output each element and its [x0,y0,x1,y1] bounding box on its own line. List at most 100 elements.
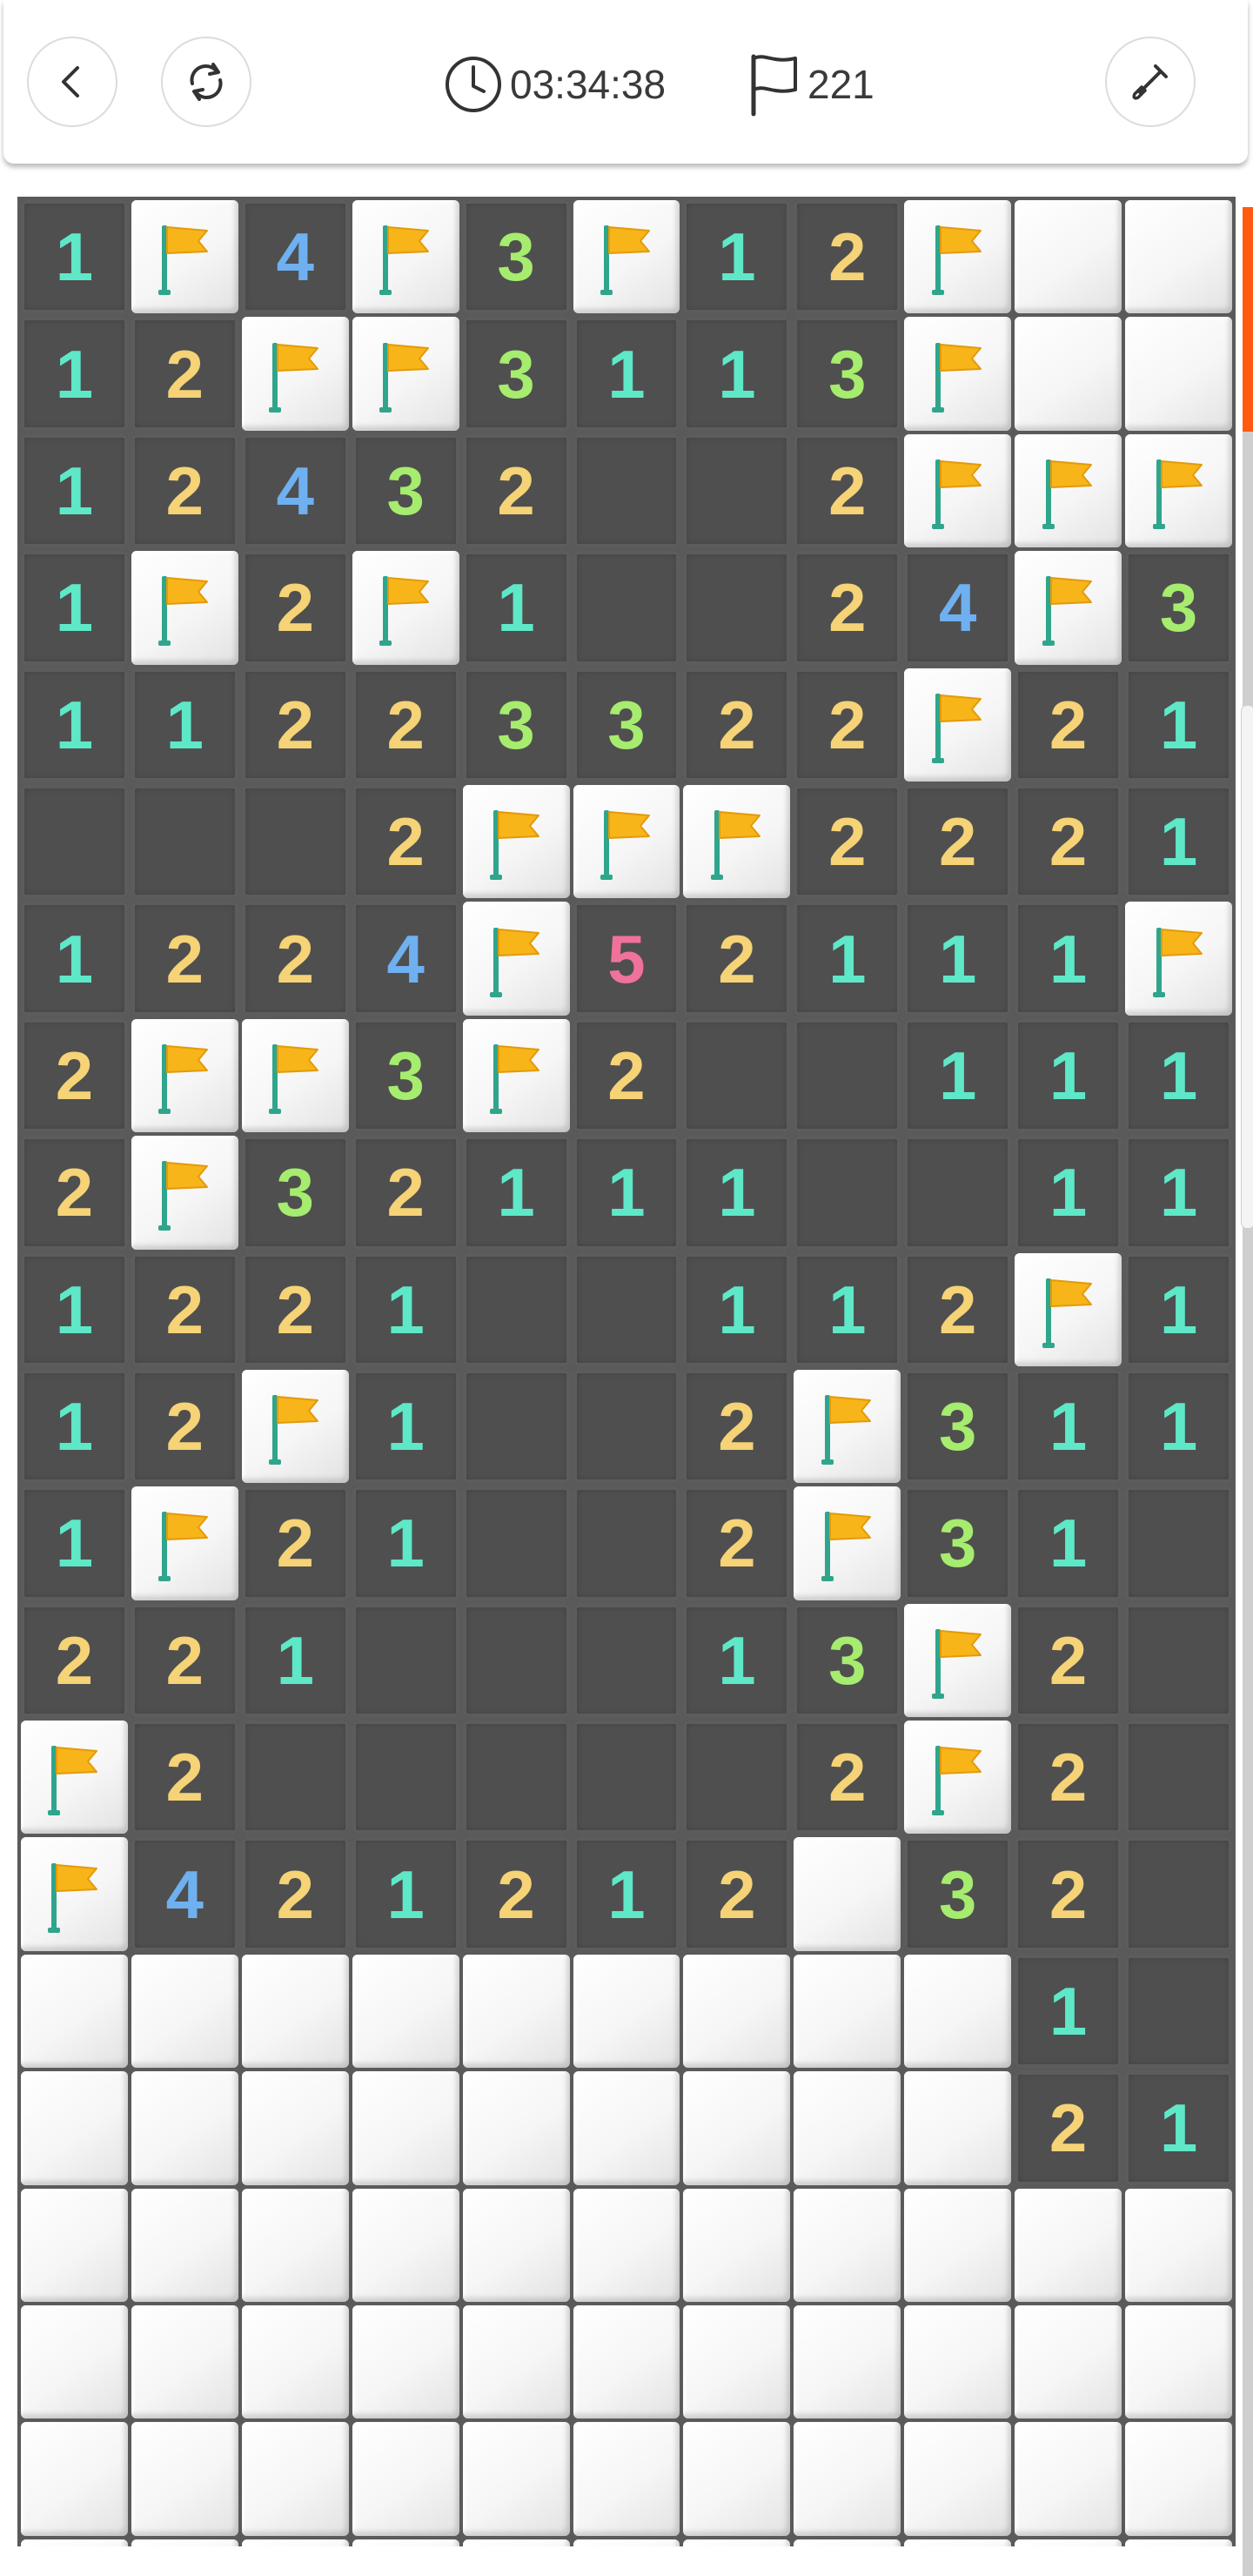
number-cell[interactable]: 2 [241,1486,349,1600]
covered-cell[interactable] [462,1954,570,2069]
back-button[interactable] [27,37,117,127]
number-cell[interactable]: 2 [131,1252,238,1366]
covered-cell[interactable] [683,2188,791,2303]
covered-cell[interactable] [462,2188,570,2303]
covered-cell[interactable] [904,2422,1012,2536]
flagged-cell[interactable] [1015,433,1122,548]
covered-cell[interactable] [1125,2305,1232,2419]
flagged-cell[interactable] [131,1486,238,1600]
number-cell[interactable]: 3 [241,1136,349,1250]
number-cell[interactable]: 1 [683,317,791,431]
number-cell[interactable]: 1 [1125,1252,1232,1366]
covered-cell[interactable] [1015,2539,1122,2546]
number-cell[interactable]: 2 [131,433,238,548]
number-cell[interactable]: 2 [462,433,570,548]
number-cell[interactable]: 1 [1015,1136,1122,1250]
number-cell[interactable]: 1 [1015,1018,1122,1133]
covered-cell[interactable] [131,2422,238,2536]
flagged-cell[interactable] [131,1018,238,1133]
scroll-track[interactable] [1243,207,1253,2576]
covered-cell[interactable] [904,2539,1012,2546]
number-cell[interactable]: 3 [462,200,570,314]
dig-tool-button[interactable] [1105,37,1196,127]
number-cell[interactable]: 1 [1125,2071,1232,2185]
number-cell[interactable]: 1 [683,200,791,314]
number-cell[interactable]: 1 [131,667,238,782]
flagged-cell[interactable] [1015,551,1122,665]
number-cell[interactable]: 4 [131,1837,238,1951]
number-cell[interactable]: 1 [462,1136,570,1250]
covered-cell[interactable] [683,2539,791,2546]
number-cell[interactable]: 1 [1125,784,1232,899]
number-cell[interactable]: 2 [241,1837,349,1951]
covered-cell[interactable] [21,2305,128,2419]
covered-cell[interactable] [21,2188,128,2303]
number-cell[interactable]: 1 [21,1486,128,1600]
covered-cell[interactable] [21,1954,128,2069]
covered-cell[interactable] [1015,200,1122,314]
number-cell[interactable]: 2 [462,1837,570,1951]
covered-cell[interactable] [241,2422,349,2536]
number-cell[interactable]: 2 [794,200,901,314]
flagged-cell[interactable] [683,784,791,899]
number-cell[interactable]: 1 [352,1837,459,1951]
number-cell[interactable]: 3 [573,667,680,782]
number-cell[interactable]: 2 [1015,1603,1122,1718]
number-cell[interactable]: 1 [1125,1018,1232,1133]
covered-cell[interactable] [352,2071,459,2185]
covered-cell[interactable] [1015,317,1122,431]
flagged-cell[interactable] [352,200,459,314]
covered-cell[interactable] [794,1837,901,1951]
number-cell[interactable]: 2 [131,1603,238,1718]
number-cell[interactable]: 2 [241,551,349,665]
number-cell[interactable]: 3 [462,667,570,782]
number-cell[interactable]: 1 [904,1018,1012,1133]
number-cell[interactable]: 2 [794,784,901,899]
number-cell[interactable]: 2 [683,1369,791,1484]
covered-cell[interactable] [462,2071,570,2185]
flagged-cell[interactable] [241,1369,349,1484]
covered-cell[interactable] [904,2188,1012,2303]
number-cell[interactable]: 3 [352,1018,459,1133]
number-cell[interactable]: 1 [1015,1954,1122,2069]
number-cell[interactable]: 2 [794,551,901,665]
number-cell[interactable]: 2 [1015,2071,1122,2185]
number-cell[interactable]: 1 [683,1136,791,1250]
covered-cell[interactable] [241,2305,349,2419]
covered-cell[interactable] [683,2305,791,2419]
number-cell[interactable]: 1 [1015,1369,1122,1484]
number-cell[interactable]: 1 [1125,1369,1232,1484]
covered-cell[interactable] [1125,2188,1232,2303]
number-cell[interactable]: 3 [904,1837,1012,1951]
number-cell[interactable]: 4 [241,200,349,314]
covered-cell[interactable] [462,2539,570,2546]
covered-cell[interactable] [794,2422,901,2536]
scroll-thumb[interactable] [1243,207,1253,432]
covered-cell[interactable] [1125,317,1232,431]
covered-cell[interactable] [131,2071,238,2185]
covered-cell[interactable] [241,2539,349,2546]
covered-cell[interactable] [462,2422,570,2536]
covered-cell[interactable] [131,1954,238,2069]
covered-cell[interactable] [683,2071,791,2185]
number-cell[interactable]: 1 [462,551,570,665]
covered-cell[interactable] [794,2539,901,2546]
number-cell[interactable]: 2 [241,667,349,782]
number-cell[interactable]: 1 [21,667,128,782]
number-cell[interactable]: 1 [21,200,128,314]
covered-cell[interactable] [573,2305,680,2419]
covered-cell[interactable] [683,2422,791,2536]
number-cell[interactable]: 2 [683,1837,791,1951]
covered-cell[interactable] [573,2539,680,2546]
covered-cell[interactable] [573,1954,680,2069]
number-cell[interactable]: 3 [904,1486,1012,1600]
covered-cell[interactable] [241,2188,349,2303]
number-cell[interactable]: 1 [21,433,128,548]
number-cell[interactable]: 1 [241,1603,349,1718]
number-cell[interactable]: 1 [21,1252,128,1366]
covered-cell[interactable] [21,2422,128,2536]
covered-cell[interactable] [573,2071,680,2185]
number-cell[interactable]: 2 [904,1252,1012,1366]
covered-cell[interactable] [131,2305,238,2419]
number-cell[interactable]: 2 [131,1369,238,1484]
